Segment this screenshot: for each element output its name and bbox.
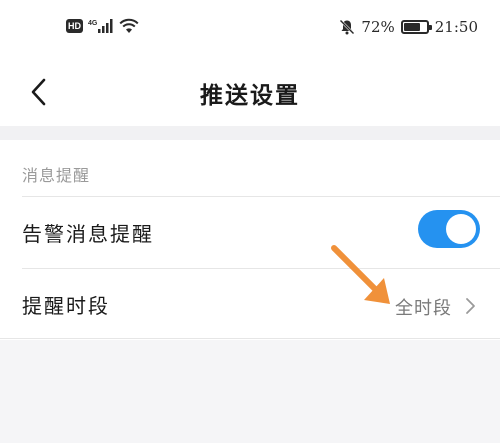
reminder-period-label: 提醒时段: [22, 294, 110, 318]
battery-percent: 72%: [361, 18, 395, 36]
status-bar: HD 4G 72% 21:50: [0, 0, 500, 62]
reminder-period-value: 全时段: [395, 298, 452, 319]
nav-bar: 推送设置: [0, 62, 500, 126]
mute-bell-icon: [340, 19, 355, 35]
status-time: 21:50: [434, 18, 478, 36]
divider: [22, 196, 500, 197]
alarm-reminder-toggle[interactable]: [418, 210, 480, 248]
divider: [22, 268, 500, 269]
battery-level-fill: [403, 23, 420, 31]
divider: [0, 338, 500, 339]
signal-icon: 4G: [88, 19, 113, 33]
status-bar-right: 72% 21:50: [339, 18, 478, 36]
hd-icon: HD: [66, 19, 83, 33]
chevron-right-icon: [466, 298, 475, 314]
settings-card: 消息提醒 告警消息提醒 提醒时段 全时段: [0, 140, 500, 340]
section-header: 消息提醒: [22, 166, 91, 185]
network-type-label: 4G: [88, 20, 98, 27]
toggle-knob: [446, 214, 476, 244]
page-title: 推送设置: [200, 83, 300, 109]
battery-icon: [400, 20, 432, 34]
status-bar-left: HD 4G: [66, 18, 139, 34]
section-gap: [0, 126, 500, 140]
alarm-reminder-label: 告警消息提醒: [22, 222, 154, 246]
wifi-icon: [119, 18, 139, 33]
